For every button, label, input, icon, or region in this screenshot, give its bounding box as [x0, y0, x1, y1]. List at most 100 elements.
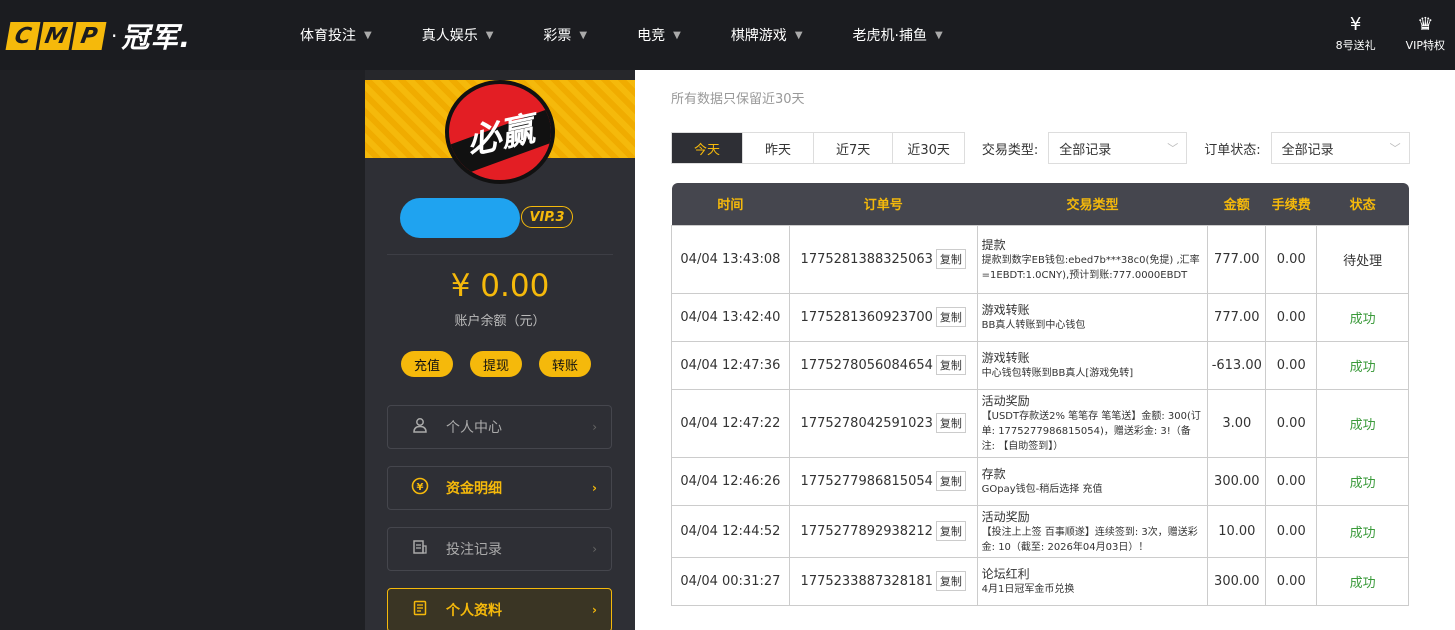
menu-item-personal-center[interactable]: 个人中心 › — [387, 405, 612, 449]
retention-notice: 所有数据只保留近30天 — [671, 92, 805, 107]
logo[interactable]: C M P · 冠军. — [5, 20, 191, 54]
logo-letter: M — [38, 22, 74, 50]
nav-item-esports[interactable]: 电竞 ▼ — [637, 25, 681, 45]
nav-item-card-games[interactable]: 棋牌游戏 ▼ — [731, 25, 803, 45]
cell-time: 04/04 12:46:26 — [671, 456, 790, 506]
wallet-actions: 充值 提现 转账 — [401, 351, 608, 377]
col-time: 时间 — [671, 183, 790, 225]
cell-order: 1775278042591023 复制 — [788, 388, 978, 458]
menu-item-personal-info[interactable]: 个人资料 › — [387, 588, 612, 630]
amount-text: 777.00 — [1214, 309, 1260, 325]
order-status-select[interactable]: 全部记录 ﹀ — [1270, 132, 1410, 164]
tab-yesterday[interactable]: 昨天 — [743, 133, 815, 163]
table-header-row: 时间 订单号 交易类型 金额 手续费 状态 — [671, 183, 1409, 225]
menu-item-bet-records[interactable]: 投注记录 › — [387, 527, 612, 571]
tab-last-30-days[interactable]: 近30天 — [893, 133, 964, 163]
cell-order: 1775278056084654 复制 — [788, 340, 978, 390]
status-text: 成功 — [1349, 417, 1376, 433]
gift-link[interactable]: ¥8号送礼 — [1336, 14, 1376, 53]
nav-item-live-casino[interactable]: 真人娱乐 ▼ — [422, 25, 494, 45]
nav-item-lottery[interactable]: 彩票 ▼ — [543, 25, 587, 45]
copy-button[interactable]: 复制 — [935, 413, 966, 433]
status-text: 成功 — [1349, 475, 1376, 491]
chevron-down-icon: ▼ — [673, 29, 681, 41]
cell-fee: 0.00 — [1265, 292, 1318, 342]
cell-time: 04/04 12:47:36 — [671, 340, 790, 390]
cell-amount: 300.00 — [1207, 556, 1267, 606]
select-value: 全部记录 — [1281, 142, 1334, 158]
filter-bar: 今天 昨天 近7天 近30天 交易类型: 全部记录 ﹀ 订单状态: 全部记录 ﹀ — [671, 132, 1410, 164]
time-text: 04/04 13:43:08 — [680, 251, 781, 267]
order-number[interactable]: 1775278042591023 — [801, 416, 933, 431]
nav-item-slots-fishing[interactable]: 老虎机·捕鱼 ▼ — [853, 25, 943, 45]
nav-label: 体育投注 — [300, 28, 356, 44]
type-detail: GOpay钱包-稍后选择 充值 — [981, 484, 1103, 495]
cell-status: 成功 — [1316, 456, 1409, 506]
status-text: 成功 — [1349, 359, 1376, 375]
cell-order: 1775281360923700 复制 — [788, 292, 978, 342]
fee-text: 0.00 — [1276, 357, 1306, 373]
order-number[interactable]: 1775277892938212 — [801, 524, 933, 539]
time-text: 04/04 12:44:52 — [680, 523, 781, 539]
balance-label: 账户余额（元） — [454, 314, 546, 329]
transaction-type-select[interactable]: 全部记录 ﹀ — [1048, 132, 1188, 164]
copy-button[interactable]: 复制 — [935, 249, 966, 269]
profile-doc-icon — [410, 600, 430, 620]
chevron-right-icon: › — [592, 603, 597, 617]
cell-order: 1775277892938212 复制 — [788, 504, 978, 558]
copy-button[interactable]: 复制 — [935, 355, 966, 375]
username-redacted — [400, 198, 520, 238]
copy-button[interactable]: 复制 — [935, 471, 966, 491]
copy-button[interactable]: 复制 — [935, 571, 966, 591]
order-number[interactable]: 1775281388325063 — [801, 252, 933, 267]
type-detail: 【投注上上签 百事顺遂】连续签到: 3次，赠送彩金: 10（截至: 2026年0… — [981, 526, 1198, 553]
cell-type: 存款 GOpay钱包-稍后选择 充值 — [976, 456, 1209, 506]
order-number[interactable]: 1775233887328181 — [801, 574, 933, 589]
fee-text: 0.00 — [1276, 415, 1306, 431]
cell-fee: 0.00 — [1265, 224, 1318, 294]
cell-order: 1775281388325063 复制 — [788, 224, 978, 294]
cell-time: 04/04 12:47:22 — [671, 388, 790, 458]
cell-type: 游戏转账 中心钱包转账到BB真人[游戏免转] — [976, 340, 1209, 390]
nav-label: 彩票 — [543, 28, 572, 44]
status-text: 待处理 — [1343, 253, 1383, 269]
menu-label: 个人中心 — [446, 420, 502, 436]
copy-button[interactable]: 复制 — [935, 521, 966, 541]
chevron-down-icon: ▼ — [485, 29, 494, 41]
amount-text: 300.00 — [1214, 473, 1260, 489]
table-row: 04/04 12:44:52 1775277892938212 复制 活动奖励 【投注上… — [671, 504, 1409, 558]
time-text: 04/04 00:31:27 — [680, 573, 781, 589]
order-number[interactable]: 1775281360923700 — [801, 310, 933, 325]
type-detail: BB真人转账到中心钱包 — [981, 320, 1086, 331]
col-amount: 金额 — [1207, 183, 1266, 225]
deposit-button[interactable]: 充值 — [401, 351, 453, 377]
menu-item-funds-detail[interactable]: ¥ 资金明细 › — [387, 466, 612, 510]
table-row: 04/04 12:47:36 1775278056084654 复制 游戏转账 中心钱包… — [671, 340, 1409, 390]
top-right-links: ¥8号送礼 ♛ VIP特权 — [1306, 14, 1445, 53]
type-detail: 4月1日冠军金币兑换 — [981, 584, 1075, 595]
fee-text: 0.00 — [1276, 573, 1306, 589]
type-title: 游戏转账 — [981, 303, 1030, 317]
col-order-no: 订单号 — [789, 183, 978, 225]
cell-status: 成功 — [1316, 504, 1409, 558]
tab-today[interactable]: 今天 — [672, 133, 744, 163]
cell-time: 04/04 13:42:40 — [671, 292, 790, 342]
vip-link[interactable]: ♛ VIP特权 — [1406, 14, 1445, 53]
avatar-text: 必赢 — [463, 108, 539, 163]
amount-text: 10.00 — [1218, 523, 1256, 539]
transfer-button[interactable]: 转账 — [539, 351, 591, 377]
chevron-right-icon: › — [592, 420, 597, 434]
nav-item-sports[interactable]: 体育投注 ▼ — [300, 25, 372, 45]
order-number[interactable]: 1775277986815054 — [801, 474, 933, 489]
type-detail: 提款到数字EB钱包:ebed7b***38c0(免提) ,汇率=1EBDT:1.… — [981, 254, 1200, 281]
chevron-down-icon: ▼ — [934, 29, 943, 41]
select-value: 全部记录 — [1059, 142, 1112, 158]
nav-label: 真人娱乐 — [421, 28, 478, 44]
tab-last-7-days[interactable]: 近7天 — [814, 133, 894, 163]
cell-fee: 0.00 — [1265, 556, 1318, 606]
table-row: 04/04 12:46:26 1775277986815054 复制 存款 GOpay钱… — [671, 456, 1409, 506]
order-number[interactable]: 1775278056084654 — [801, 358, 933, 373]
copy-button[interactable]: 复制 — [935, 307, 966, 327]
withdraw-button[interactable]: 提现 — [470, 351, 522, 377]
cell-time: 04/04 13:43:08 — [671, 224, 790, 294]
